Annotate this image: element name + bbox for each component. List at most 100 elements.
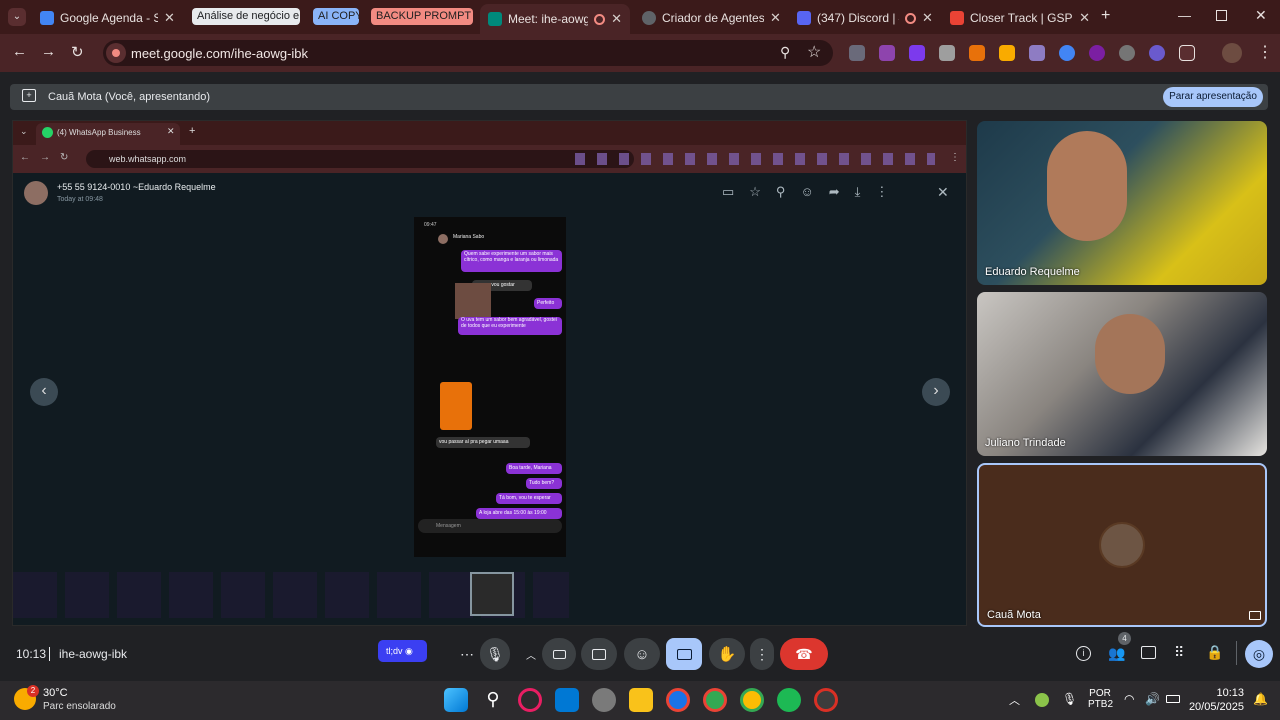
start-icon[interactable] <box>444 688 468 712</box>
present-screen-icon: + <box>22 89 36 102</box>
forward-icon[interactable]: → <box>41 43 56 60</box>
phone-message-1: Quem sabe experimente um sabor mais cítr… <box>461 250 562 272</box>
color-extension-icon[interactable] <box>1059 45 1075 61</box>
meet-icon <box>488 12 502 26</box>
agent-icon <box>642 11 656 25</box>
raise-hand-button[interactable]: ✋ <box>709 638 745 670</box>
participant-tile[interactable]: Juliano Trindade <box>977 292 1267 456</box>
puzzle-extension-icon[interactable] <box>1179 45 1195 61</box>
p-extension-icon[interactable] <box>909 45 925 61</box>
video-options-icon[interactable]: ︿ <box>520 638 542 670</box>
bookmark-star-icon[interactable]: ☆ <box>807 42 821 62</box>
people-icon[interactable]: 👥 <box>1108 645 1125 662</box>
minimize-icon[interactable]: — <box>1178 8 1191 23</box>
purple-extension-icon[interactable] <box>1089 45 1105 61</box>
back-icon[interactable]: ← <box>12 43 27 60</box>
s-extension-icon[interactable] <box>879 45 895 61</box>
camera-button[interactable] <box>542 638 576 670</box>
more-audio-icon[interactable]: ⋯ <box>454 638 480 670</box>
new-tab-icon[interactable]: + <box>1101 7 1110 25</box>
separator <box>49 647 50 661</box>
participant-name: Juliano Trindade <box>985 437 1066 449</box>
code-extension-icon[interactable] <box>849 45 865 61</box>
tab-criador-agentes[interactable]: Criador de Agentes - ✕ <box>642 6 782 30</box>
language-indicator[interactable]: POR PTB2 <box>1088 688 1113 710</box>
companion-icon[interactable]: ◎ <box>1245 640 1273 668</box>
tab-google-agenda[interactable]: Google Agenda - Sem ✕ <box>40 6 180 30</box>
leave-call-button[interactable]: ☎ <box>780 638 828 670</box>
search-icon[interactable]: ⚲ <box>780 44 790 61</box>
shared-nav-icons: ←→↻ <box>20 152 79 163</box>
viewer-close-icon: ✕ <box>937 184 949 200</box>
settings-icon[interactable] <box>592 688 616 712</box>
battery-icon[interactable] <box>1166 695 1180 703</box>
emoji-button[interactable]: ☺ <box>624 638 660 670</box>
tab-group-analise[interactable]: Análise de negócio e c <box>192 8 300 25</box>
host-controls-icon[interactable]: 🔒 <box>1206 644 1223 661</box>
close-icon[interactable]: ✕ <box>611 11 622 27</box>
tray-app-icon[interactable] <box>1035 693 1049 707</box>
activities-icon[interactable]: ⠿ <box>1174 644 1184 661</box>
search-icon[interactable]: ⚲ <box>481 688 505 712</box>
tab-closer-track[interactable]: Closer Track | GSP | G ✕ <box>950 6 1090 30</box>
chrome-icon[interactable] <box>666 688 690 712</box>
violet-extension-icon[interactable] <box>1149 45 1165 61</box>
outlook-icon[interactable] <box>555 688 579 712</box>
tray-mic-icon[interactable]: 🎙 <box>1062 692 1077 706</box>
yellow-extension-icon[interactable] <box>999 45 1015 61</box>
tab-meet[interactable]: Meet: ihe-aowg- ✕ <box>480 4 630 34</box>
sender-name: +55 55 9124-0010 ~Eduardo Requelme <box>57 182 216 192</box>
copilot-icon[interactable] <box>518 688 542 712</box>
chrome-profile-icon[interactable] <box>703 688 727 712</box>
participant-tile[interactable]: Cauã Mota <box>977 463 1267 627</box>
notification-bell-icon[interactable]: 🔔 <box>1253 692 1268 706</box>
stop-presenting-button[interactable]: Parar apresentação <box>1163 87 1263 107</box>
window-close-icon[interactable]: ✕ <box>1255 7 1267 24</box>
close-icon[interactable]: ✕ <box>922 10 933 26</box>
calendar-icon <box>40 11 54 25</box>
participant-name: Eduardo Requelme <box>985 266 1080 278</box>
close-icon[interactable]: ✕ <box>164 10 175 26</box>
menu-dots-icon[interactable]: ⋮ <box>1257 42 1273 62</box>
clock-time[interactable]: 10:13 <box>1192 687 1244 699</box>
grid-extension-icon[interactable] <box>1029 45 1045 61</box>
present-button[interactable] <box>666 638 702 670</box>
spotify-icon[interactable] <box>777 688 801 712</box>
close-icon[interactable]: ✕ <box>770 10 781 26</box>
chat-icon[interactable] <box>1141 646 1156 659</box>
clock-date[interactable]: 20/05/2025 <box>1180 701 1244 713</box>
participant-name: Cauã Mota <box>987 609 1041 621</box>
info-icon[interactable]: i <box>1076 646 1091 661</box>
chrome-profile-2-icon[interactable] <box>740 688 764 712</box>
ring-extension-icon[interactable] <box>1119 45 1135 61</box>
captions-button[interactable] <box>581 638 617 670</box>
tray-chevron-icon[interactable]: ︿ <box>1009 692 1020 708</box>
tab-discord[interactable]: (347) Discord | #g ✕ <box>797 6 937 30</box>
next-media-icon: › <box>922 378 950 406</box>
camera-extension-icon[interactable] <box>939 45 955 61</box>
volume-icon[interactable]: 🔊 <box>1145 692 1160 706</box>
profile-avatar[interactable] <box>1222 43 1242 63</box>
weather-desc: Parc ensolarado <box>43 701 116 712</box>
phone-orange-photo <box>440 382 472 430</box>
file-explorer-icon[interactable] <box>629 688 653 712</box>
shared-tab-title: (4) WhatsApp Business <box>57 128 141 137</box>
tab-group-backup-prompt[interactable]: BACKUP PROMPT IA <box>371 8 473 25</box>
more-options-button[interactable]: ⋮ <box>750 638 774 670</box>
pip-icon[interactable] <box>1249 611 1261 620</box>
close-icon[interactable]: ✕ <box>1079 10 1090 26</box>
tab-group-ai-copy[interactable]: AI COPY <box>313 8 359 25</box>
participant-face <box>1047 131 1127 241</box>
fire-extension-icon[interactable] <box>969 45 985 61</box>
camera-icon <box>552 649 566 659</box>
recorder-icon[interactable] <box>814 688 838 712</box>
participant-tile[interactable]: Eduardo Requelme <box>977 121 1267 285</box>
wifi-icon[interactable]: ◠ <box>1124 692 1134 706</box>
reload-icon[interactable]: ↻ <box>71 43 84 61</box>
tldv-badge[interactable]: tl;dv ◉ <box>378 640 427 662</box>
weather-temp: 30°C <box>43 687 68 699</box>
maximize-icon[interactable] <box>1216 10 1227 21</box>
site-info-icon[interactable] <box>106 43 126 63</box>
tab-search-icon[interactable]: ⌄ <box>8 8 26 26</box>
microphone-button[interactable]: 🎙 <box>480 638 510 670</box>
